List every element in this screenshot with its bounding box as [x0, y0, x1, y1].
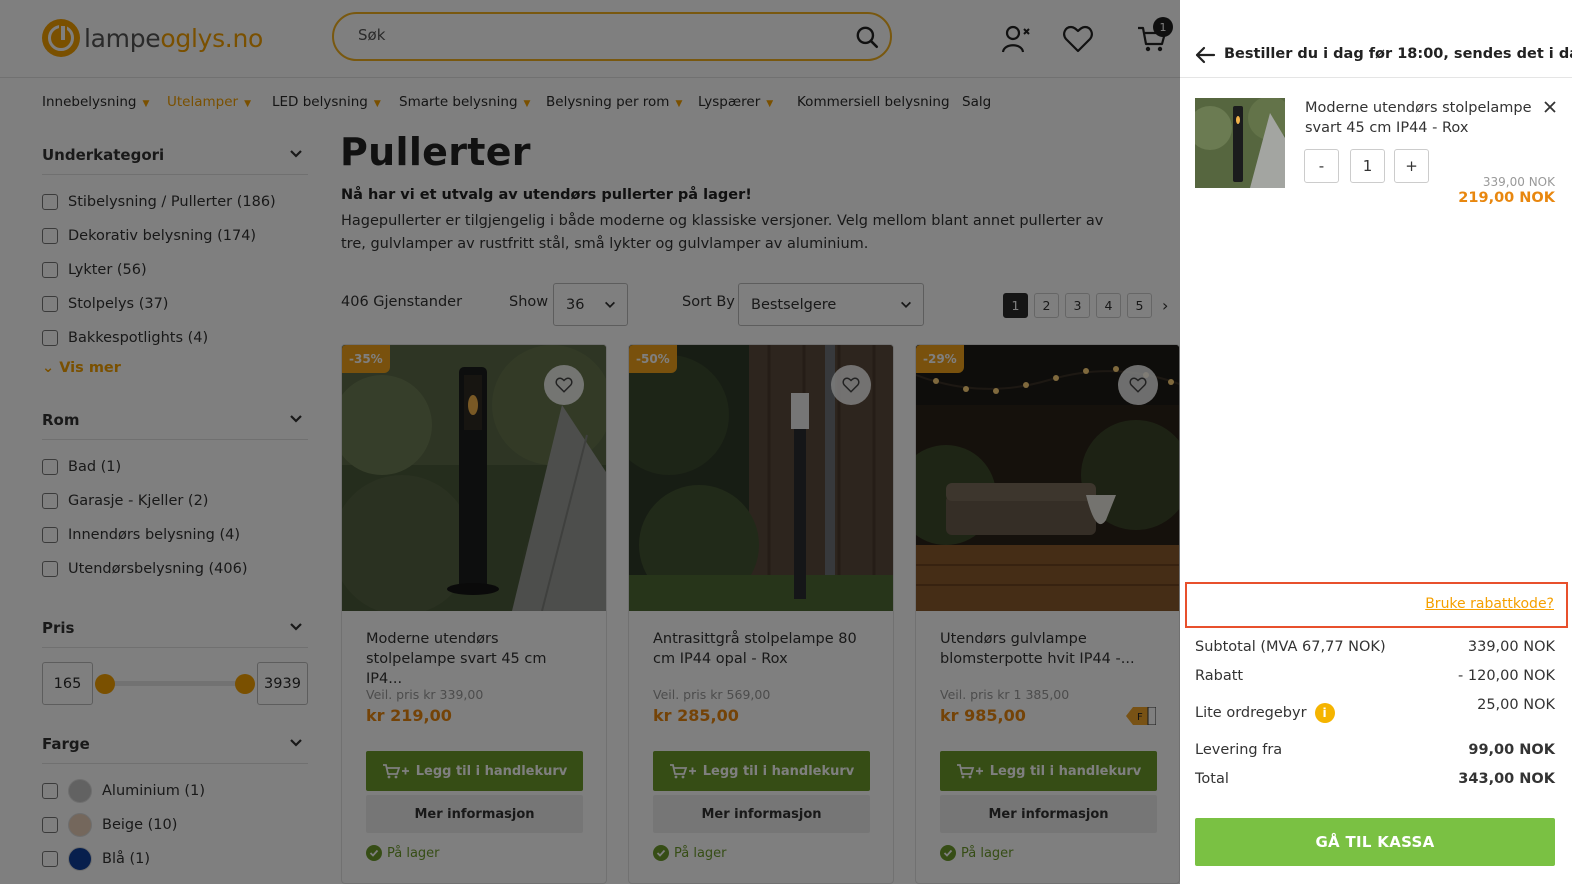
promo-code-link[interactable]: Bruke rabattkode?: [1425, 596, 1554, 612]
subtotal-value: 339,00 NOK: [1467, 639, 1555, 655]
subtotal-row: Subtotal (MVA 67,77 NOK) 339,00 NOK: [1195, 639, 1555, 655]
fee-label: Lite ordregebyr: [1195, 705, 1307, 721]
total-row: Total 343,00 NOK: [1195, 771, 1555, 787]
promo-code-highlight: Bruke rabattkode?: [1185, 582, 1568, 628]
info-icon[interactable]: i: [1314, 703, 1335, 723]
remove-item-close-icon[interactable]: [1542, 99, 1558, 115]
back-arrow-icon[interactable]: [1194, 44, 1216, 66]
fee-value: 25,00 NOK: [1477, 697, 1555, 713]
modal-backdrop[interactable]: [0, 0, 1180, 884]
total-label: Total: [1195, 771, 1229, 787]
discount-label: Rabatt: [1195, 668, 1244, 684]
cart-item-price: 219,00 NOK: [1458, 190, 1555, 206]
discount-value: - 120,00 NOK: [1458, 668, 1555, 684]
quantity-increase-button[interactable]: +: [1394, 149, 1429, 183]
fee-row: Lite ordregebyr i 25,00 NOK: [1195, 697, 1555, 723]
cart-item-title[interactable]: Moderne utendørs stolpelampe svart 45 cm…: [1305, 98, 1545, 138]
total-value: 343,00 NOK: [1458, 771, 1555, 787]
quantity-input[interactable]: 1: [1350, 149, 1385, 183]
quantity-decrease-button[interactable]: -: [1304, 149, 1339, 183]
cart-drawer-header: Bestiller du i dag før 18:00, sendes det…: [1180, 0, 1572, 78]
shipping-label: Levering fra: [1195, 742, 1283, 758]
discount-row: Rabatt - 120,00 NOK: [1195, 668, 1555, 684]
cart-item-old-price: 339,00 NOK: [1482, 175, 1555, 189]
cart-item-image[interactable]: [1195, 98, 1285, 188]
shipping-value: 99,00 NOK: [1468, 742, 1555, 758]
subtotal-label: Subtotal (MVA 67,77 NOK): [1195, 639, 1386, 655]
checkout-button[interactable]: GÅ TIL KASSA: [1195, 818, 1555, 866]
shipping-notice: Bestiller du i dag før 18:00, sendes det…: [1224, 46, 1572, 62]
cart-drawer: Bestiller du i dag før 18:00, sendes det…: [1180, 0, 1572, 884]
shipping-row: Levering fra 99,00 NOK: [1195, 742, 1555, 758]
